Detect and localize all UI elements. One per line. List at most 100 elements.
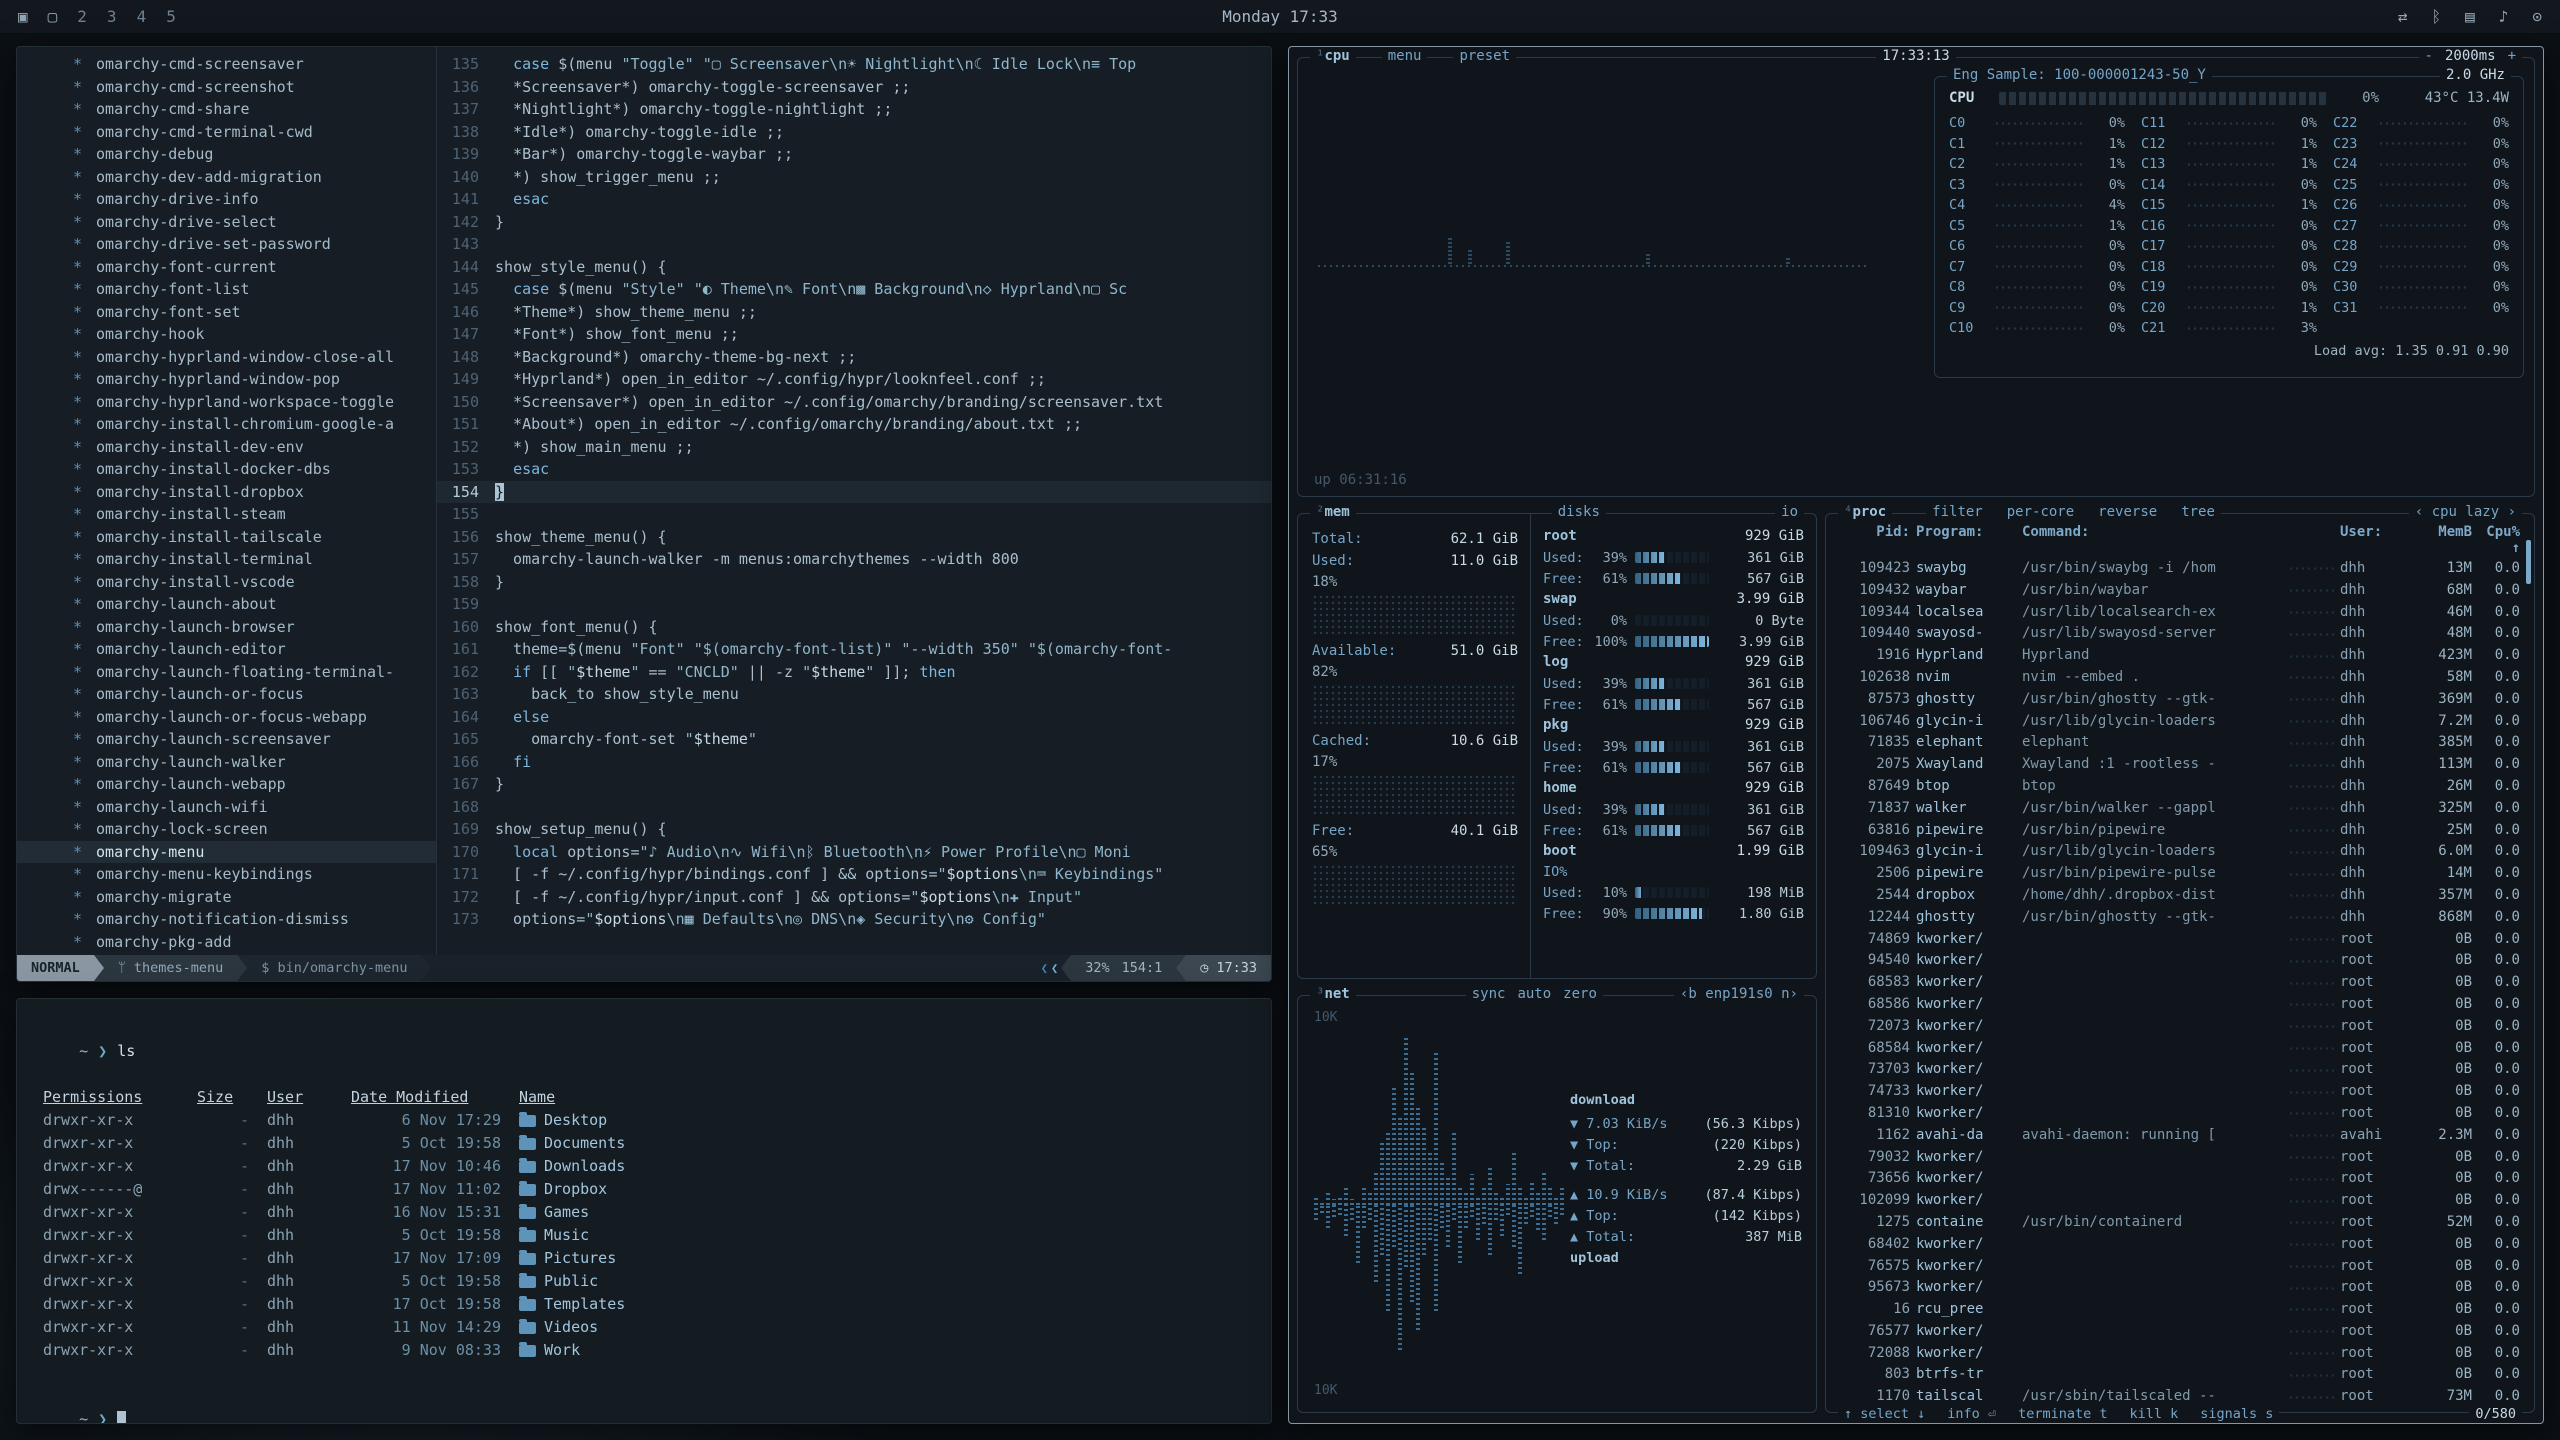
- process-row[interactable]: 1916HyprlandHyprlanddhh423M0.0: [1838, 645, 2520, 667]
- file-item[interactable]: *omarchy-launch-wifi: [73, 796, 436, 819]
- proc-col-mem[interactable]: MemB: [2410, 524, 2472, 556]
- code-line[interactable]: 171 [ -f ~/.config/hypr/bindings.conf ] …: [437, 863, 1271, 886]
- process-row[interactable]: 109440swayosd-/usr/lib/swayosd-serverdhh…: [1838, 623, 2520, 645]
- process-row[interactable]: 76575kworker/root0B0.0: [1838, 1256, 2520, 1278]
- process-row[interactable]: 72088kworker/root0B0.0: [1838, 1343, 2520, 1365]
- terminal-prompt[interactable]: ~❯: [43, 1385, 1245, 1424]
- code-line[interactable]: 136 *Screensaver*) omarchy-toggle-screen…: [437, 76, 1271, 99]
- file-item[interactable]: *omarchy-install-dropbox: [73, 481, 436, 504]
- code-line[interactable]: 157 omarchy-launch-walker -m menus:omarc…: [437, 548, 1271, 571]
- file-item[interactable]: *omarchy-launch-editor: [73, 638, 436, 661]
- process-row[interactable]: 803btrfs-trroot0B0.0: [1838, 1364, 2520, 1386]
- file-item[interactable]: *omarchy-cmd-screensaver: [73, 53, 436, 76]
- preset-button[interactable]: preset: [1453, 48, 1516, 64]
- code-line[interactable]: 160show_font_menu() {: [437, 616, 1271, 639]
- process-row[interactable]: 87649btopbtopdhh26M0.0: [1838, 776, 2520, 798]
- file-item[interactable]: *omarchy-install-tailscale: [73, 526, 436, 549]
- file-item[interactable]: *omarchy-drive-info: [73, 188, 436, 211]
- net-sync-toggle[interactable]: sync: [1466, 986, 1512, 1002]
- code-line[interactable]: 161 theme=$(menu "Font" "$(omarchy-font-…: [437, 638, 1271, 661]
- code-line[interactable]: 164 else: [437, 706, 1271, 729]
- process-row[interactable]: 2506pipewire/usr/bin/pipewire-pulsedhh14…: [1838, 863, 2520, 885]
- process-row[interactable]: 68584kworker/root0B0.0: [1838, 1038, 2520, 1060]
- process-row[interactable]: 109423swaybg/usr/bin/swaybg -i /homdhh13…: [1838, 558, 2520, 580]
- interval-minus-button[interactable]: -: [2419, 48, 2439, 64]
- process-row[interactable]: 109344localsea/usr/lib/localsearch-exdhh…: [1838, 602, 2520, 624]
- file-item[interactable]: *omarchy-debug: [73, 143, 436, 166]
- code-line[interactable]: 135 case $(menu "Toggle" "▢ Screensaver\…: [437, 53, 1271, 76]
- proc-control-tree[interactable]: tree: [2181, 504, 2215, 520]
- process-row[interactable]: 1162avahi-daavahi-daemon: running [avahi…: [1838, 1125, 2520, 1147]
- file-item[interactable]: *omarchy-migrate: [73, 886, 436, 909]
- file-item[interactable]: *omarchy-launch-walker: [73, 751, 436, 774]
- file-item[interactable]: *omarchy-install-vscode: [73, 571, 436, 594]
- code-line[interactable]: 162 if [[ "$theme" == "CNCLD" || -z "$th…: [437, 661, 1271, 684]
- process-row[interactable]: 16rcu_preeroot0B0.0: [1838, 1299, 2520, 1321]
- system-monitor-window[interactable]: ¹cpu menu preset 17:33:13 - 2000ms + up …: [1288, 46, 2544, 1424]
- proc-action[interactable]: kill k: [2129, 1406, 2178, 1422]
- proc-control-reverse[interactable]: reverse: [2098, 504, 2157, 520]
- process-row[interactable]: 71835elephantelephantdhh385M0.0: [1838, 732, 2520, 754]
- code-line[interactable]: 153 esac: [437, 458, 1271, 481]
- process-row[interactable]: 1275containe/usr/bin/containerdroot52M0.…: [1838, 1212, 2520, 1234]
- process-row[interactable]: 68586kworker/root0B0.0: [1838, 994, 2520, 1016]
- editor-window[interactable]: *omarchy-cmd-screensaver*omarchy-cmd-scr…: [16, 46, 1272, 982]
- process-row[interactable]: 68583kworker/root0B0.0: [1838, 972, 2520, 994]
- process-row[interactable]: 63816pipewire/usr/bin/pipewiredhh25M0.0: [1838, 820, 2520, 842]
- code-line[interactable]: 154}: [437, 481, 1271, 504]
- file-item[interactable]: *omarchy-hyprland-workspace-toggle: [73, 391, 436, 414]
- file-item[interactable]: *omarchy-notification-dismiss: [73, 908, 436, 931]
- file-item[interactable]: *omarchy-drive-select: [73, 211, 436, 234]
- file-item[interactable]: *omarchy-install-chromium-google-a: [73, 413, 436, 436]
- file-item[interactable]: *omarchy-launch-or-focus-webapp: [73, 706, 436, 729]
- volume-icon[interactable]: ♪: [2499, 7, 2509, 26]
- process-row[interactable]: 74869kworker/root0B0.0: [1838, 929, 2520, 951]
- net-interface-selector[interactable]: ‹b enp191s0 n›: [1674, 986, 1804, 1002]
- terminal-window[interactable]: ~❯ls PermissionsSizeUserDate ModifiedNam…: [16, 998, 1272, 1424]
- power-icon[interactable]: ⊙: [2532, 7, 2542, 26]
- file-item[interactable]: *omarchy-launch-about: [73, 593, 436, 616]
- code-line[interactable]: 167}: [437, 773, 1271, 796]
- code-line[interactable]: 144show_style_menu() {: [437, 256, 1271, 279]
- file-item[interactable]: *omarchy-hook: [73, 323, 436, 346]
- disks-io-toggle[interactable]: io: [1775, 504, 1804, 520]
- process-row[interactable]: 74733kworker/root0B0.0: [1838, 1081, 2520, 1103]
- process-row[interactable]: 94540kworker/root0B0.0: [1838, 950, 2520, 972]
- disks-title[interactable]: disks: [1552, 504, 1606, 520]
- file-item[interactable]: *omarchy-font-set: [73, 301, 436, 324]
- file-item[interactable]: *omarchy-cmd-screenshot: [73, 76, 436, 99]
- file-item[interactable]: *omarchy-lock-screen: [73, 818, 436, 841]
- file-item[interactable]: *omarchy-install-dev-env: [73, 436, 436, 459]
- file-item[interactable]: *omarchy-cmd-terminal-cwd: [73, 121, 436, 144]
- code-line[interactable]: 149 *Hyprland*) open_in_editor ~/.config…: [437, 368, 1271, 391]
- code-line[interactable]: 170 local options="♪ Audio\n∿ Wifi\nᛒ Bl…: [437, 841, 1271, 864]
- file-item[interactable]: *omarchy-launch-or-focus: [73, 683, 436, 706]
- proc-action[interactable]: terminate t: [2018, 1406, 2107, 1422]
- code-line[interactable]: 169show_setup_menu() {: [437, 818, 1271, 841]
- file-item[interactable]: *omarchy-hyprland-window-close-all: [73, 346, 436, 369]
- process-row[interactable]: 79032kworker/root0B0.0: [1838, 1147, 2520, 1169]
- file-item[interactable]: *omarchy-menu: [17, 841, 436, 864]
- proc-scrollbar[interactable]: [2526, 540, 2531, 584]
- process-row[interactable]: 72073kworker/root0B0.0: [1838, 1016, 2520, 1038]
- process-row[interactable]: 81310kworker/root0B0.0: [1838, 1103, 2520, 1125]
- proc-col-pid[interactable]: Pid:: [1838, 524, 1910, 556]
- process-row[interactable]: 76577kworker/root0B0.0: [1838, 1321, 2520, 1343]
- file-item[interactable]: *omarchy-install-terminal: [73, 548, 436, 571]
- proc-action[interactable]: info ⏎: [1947, 1406, 1996, 1422]
- file-item[interactable]: *omarchy-launch-screensaver: [73, 728, 436, 751]
- code-line[interactable]: 142}: [437, 211, 1271, 234]
- code-line[interactable]: 158}: [437, 571, 1271, 594]
- file-item[interactable]: *omarchy-pkg-add: [73, 931, 436, 954]
- process-row[interactable]: 102638nvimnvim --embed .dhh58M0.0: [1838, 667, 2520, 689]
- file-item[interactable]: *omarchy-font-current: [73, 256, 436, 279]
- proc-action[interactable]: ↑ select ↓: [1844, 1406, 1925, 1422]
- process-row[interactable]: 73656kworker/root0B0.0: [1838, 1168, 2520, 1190]
- process-row[interactable]: 95673kworker/root0B0.0: [1838, 1277, 2520, 1299]
- process-row[interactable]: 2075XwaylandXwayland :1 -rootless -dhh11…: [1838, 754, 2520, 776]
- code-line[interactable]: 140 *) show_trigger_menu ;;: [437, 166, 1271, 189]
- code-line[interactable]: 165 omarchy-font-set "$theme": [437, 728, 1271, 751]
- menu-button[interactable]: menu: [1382, 48, 1428, 64]
- process-row[interactable]: 102099kworker/root0B0.0: [1838, 1190, 2520, 1212]
- code-line[interactable]: 143: [437, 233, 1271, 256]
